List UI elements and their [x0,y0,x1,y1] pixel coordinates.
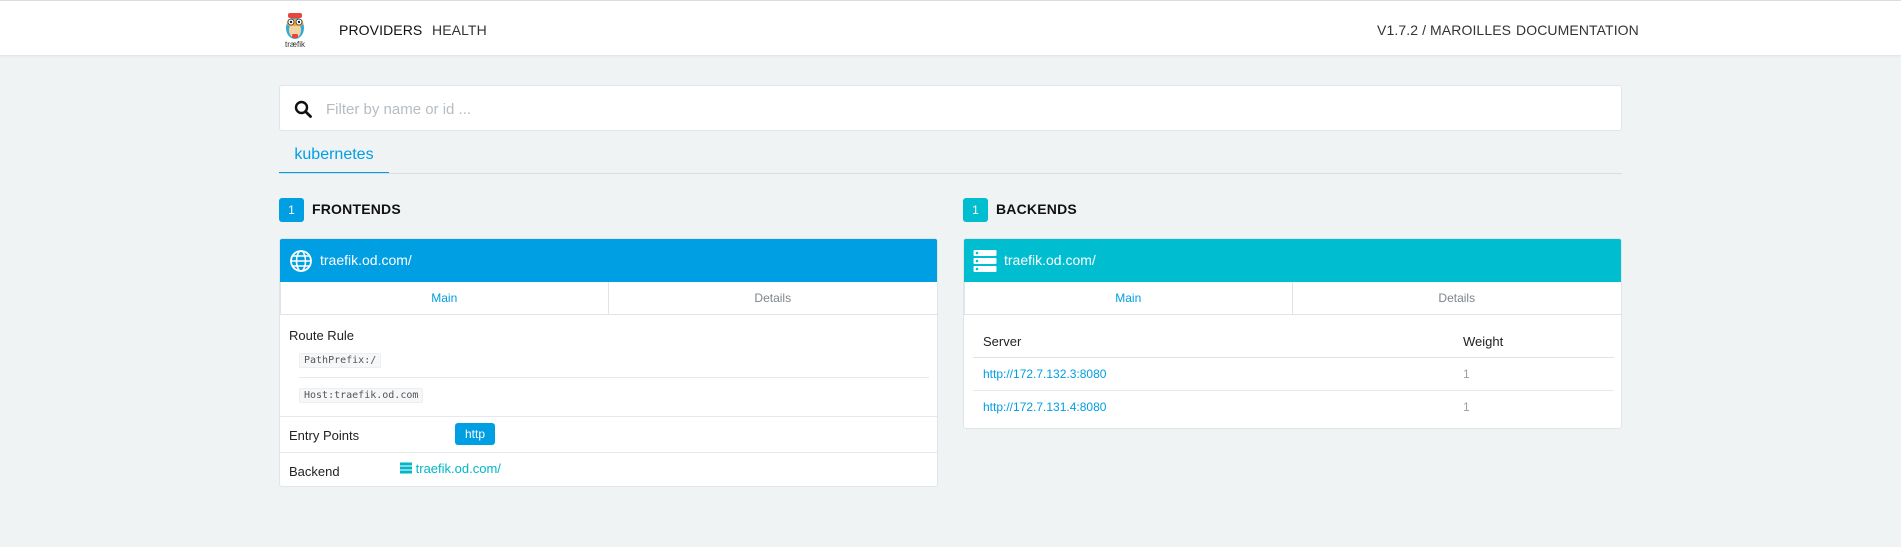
nav-providers-link[interactable]: PROVIDERS [339,22,422,38]
frontends-heading: 1 FRONTENDS [279,198,479,222]
frontends-title: FRONTENDS [312,201,401,217]
backend-subtabs: Main Details [964,282,1621,315]
gopher-logo-icon [286,13,304,39]
server-weight: 1 [1463,367,1470,381]
entry-points-label: Entry Points [289,428,360,443]
frontend-backend-name[interactable]: traefik.od.com/ [416,461,501,476]
row-divider [280,452,937,453]
server-stack-icon [973,250,997,272]
frontend-panel: traefik.od.com/ Main Details Route Rule … [279,238,938,487]
row-divider [280,416,937,417]
logo-wordmark: træfik [285,40,305,49]
backend-name: traefik.od.com/ [1004,252,1096,268]
frontend-tab-details[interactable]: Details [609,282,938,314]
tabs-divider [279,173,1622,174]
search-input[interactable] [324,95,1608,123]
route-rule-divider [299,377,929,378]
backend-panel-header: traefik.od.com/ [964,239,1621,282]
nav-documentation-link[interactable]: DOCUMENTATION [1516,22,1639,38]
column-header-weight: Weight [1463,334,1504,349]
backends-count-badge: 1 [963,198,988,222]
backends-title: BACKENDS [996,201,1077,217]
frontend-tab-main[interactable]: Main [280,282,609,314]
table-header-divider [973,357,1614,358]
entry-point-chip-http[interactable]: http [455,423,496,445]
route-rule-chip: PathPrefix:/ [299,353,382,368]
column-header-server: Server [983,334,1022,349]
server-url-link[interactable]: http://172.7.131.4:8080 [983,400,1106,414]
server-stack-icon [400,462,412,474]
server-url-link[interactable]: http://172.7.132.3:8080 [983,367,1106,381]
frontend-name: traefik.od.com/ [320,252,412,268]
version-label: V1.7.2 / MAROILLES [1377,22,1512,38]
globe-icon [290,250,312,272]
frontend-panel-header: traefik.od.com/ [280,239,937,282]
frontend-backend-link[interactable]: traefik.od.com/ [400,461,501,476]
traefik-logo[interactable]: træfik [280,10,310,50]
backend-panel: traefik.od.com/ Main Details Server Weig… [963,238,1622,429]
backend-label: Backend [289,464,340,479]
tab-kubernetes[interactable]: kubernetes [279,144,389,174]
frontend-subtabs: Main Details [280,282,937,315]
top-navbar: træfik PROVIDERS HEALTH V1.7.2 / MAROILL… [0,0,1901,56]
route-rule-chip: Host:traefik.od.com [299,388,424,403]
search-bar [279,85,1622,131]
backend-tab-main[interactable]: Main [964,282,1293,314]
search-icon [294,100,312,118]
server-weight: 1 [1463,400,1470,414]
backend-tab-details[interactable]: Details [1293,282,1622,314]
nav-health-link[interactable]: HEALTH [432,22,487,38]
route-rule-label: Route Rule [289,328,355,343]
frontends-count-badge: 1 [279,198,304,222]
backends-heading: 1 BACKENDS [963,198,1163,222]
table-row-divider [973,390,1614,391]
